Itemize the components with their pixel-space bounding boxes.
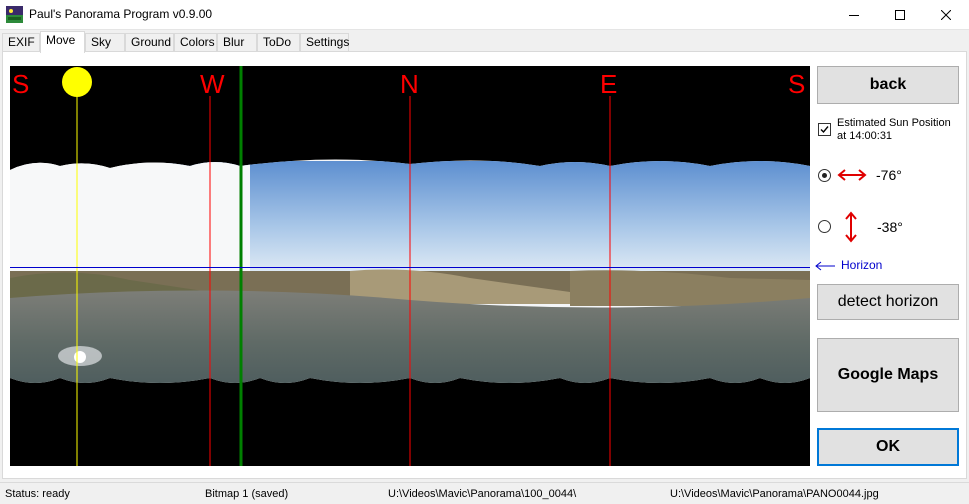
direction-label-east: E — [600, 69, 618, 99]
vertical-move-radio[interactable] — [818, 220, 831, 233]
folder-path: U:\Videos\Mavic\Panorama\100_0044\ — [388, 488, 577, 500]
radio-selected-dot — [822, 173, 827, 178]
tab-blur[interactable]: Blur — [217, 33, 257, 52]
sun-marker[interactable] — [62, 67, 92, 97]
tab-todo[interactable]: ToDo — [257, 33, 300, 52]
detect-horizon-button[interactable]: detect horizon — [817, 284, 959, 320]
sun-position-label: Estimated Sun Position at 14:00:31 — [837, 117, 951, 142]
file-path: U:\Videos\Mavic\Panorama\PANO0044.jpg — [670, 488, 879, 500]
panorama-viewer[interactable]: S W N E S — [10, 66, 810, 466]
ok-button[interactable]: OK — [817, 428, 959, 466]
back-button[interactable]: back — [817, 66, 959, 104]
direction-label-west: W — [200, 69, 225, 99]
minimize-icon — [849, 15, 859, 16]
direction-label-south-end: S — [788, 69, 806, 99]
close-button[interactable] — [923, 0, 969, 30]
vertical-angle-value: -38° — [877, 219, 903, 235]
direction-label-north: N — [400, 69, 419, 99]
horizontal-move-radio[interactable] — [818, 169, 831, 182]
tab-settings[interactable]: Settings — [300, 33, 349, 52]
app-icon — [6, 6, 23, 23]
vertical-arrow-icon — [845, 211, 857, 243]
direction-label-south: S — [12, 69, 30, 99]
tab-colors[interactable]: Colors — [174, 33, 217, 52]
minimize-button[interactable] — [831, 0, 877, 30]
arrow-left-icon — [815, 261, 835, 271]
window-title: Paul's Panorama Program v0.9.00 — [29, 7, 213, 21]
google-maps-button[interactable]: Google Maps — [817, 338, 959, 412]
close-icon — [941, 10, 951, 20]
title-bar: Paul's Panorama Program v0.9.00 — [0, 0, 969, 30]
horizontal-arrow-icon — [837, 169, 867, 181]
tab-exif[interactable]: EXIF — [2, 33, 40, 52]
horizontal-angle-value: -76° — [876, 167, 902, 183]
maximize-icon — [895, 10, 905, 20]
tab-move[interactable]: Move — [40, 31, 85, 53]
bitmap-status: Bitmap 1 (saved) — [205, 488, 289, 500]
checkmark-icon — [820, 126, 829, 134]
panorama-canvas — [10, 66, 810, 466]
tab-strip: EXIF Move Sky Ground Colors Blur ToDo Se… — [0, 31, 969, 53]
sun-position-checkbox[interactable] — [818, 123, 831, 136]
horizon-label: Horizon — [841, 258, 883, 272]
status-bar: Status: ready Bitmap 1 (saved) U:\Videos… — [0, 482, 969, 504]
tab-sky[interactable]: Sky — [85, 33, 125, 52]
tab-ground[interactable]: Ground — [125, 33, 174, 52]
maximize-button[interactable] — [877, 0, 923, 30]
status-text: Status: ready — [5, 488, 70, 500]
